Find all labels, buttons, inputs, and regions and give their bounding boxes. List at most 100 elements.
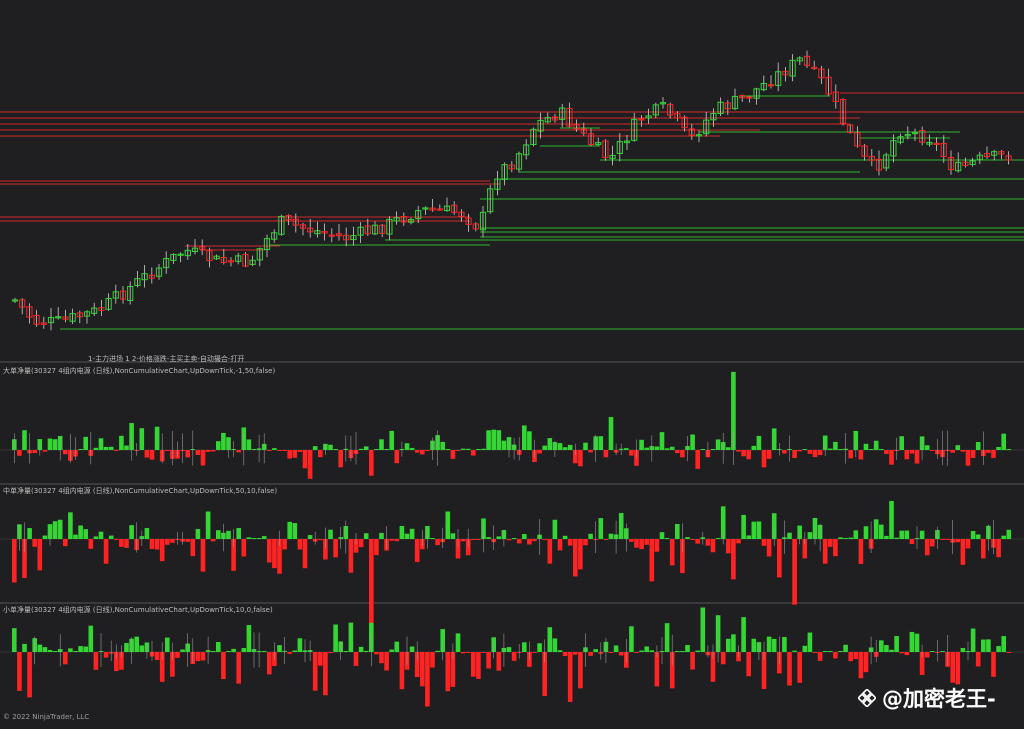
small-order-bar xyxy=(323,652,328,696)
large-order-bar xyxy=(690,434,695,450)
medium-order-bar xyxy=(200,539,206,572)
large-order-bar xyxy=(425,450,430,451)
medium-order-bar xyxy=(399,525,405,539)
large-order-bar xyxy=(221,432,226,450)
large-order-bar xyxy=(93,447,99,450)
small-order-bar xyxy=(613,645,619,652)
small-order-bar xyxy=(975,652,981,667)
small-order-bar xyxy=(42,647,48,652)
medium-order-bar xyxy=(547,539,553,564)
medium-order-bar xyxy=(996,539,1001,558)
large-order-bar xyxy=(802,449,808,450)
small-order-bar xyxy=(822,651,828,652)
small-order-bar xyxy=(562,652,568,657)
medium-order-bar xyxy=(527,539,532,545)
medium-order-bar xyxy=(822,539,828,564)
medium-order-bar xyxy=(12,539,17,583)
medium-order-bar xyxy=(736,539,741,544)
small-order-bar xyxy=(547,627,553,652)
medium-order-bar xyxy=(170,539,175,543)
large-order-bar xyxy=(22,430,27,450)
large-order-bar xyxy=(659,432,665,450)
medium-order-bar xyxy=(975,534,981,539)
small-order-bar xyxy=(812,652,818,653)
small-order-bar xyxy=(175,652,180,658)
small-order-bar xyxy=(261,651,267,652)
large-order-bar xyxy=(369,450,374,476)
large-order-bar xyxy=(639,439,644,450)
large-order-bar xyxy=(557,443,563,450)
medium-order-bar xyxy=(190,539,196,557)
large-order-bar xyxy=(1001,433,1006,450)
small-order-bar xyxy=(83,646,88,652)
medium-order-bar xyxy=(542,539,547,540)
medium-order-bar xyxy=(307,535,313,539)
small-order-bar xyxy=(47,649,53,652)
small-order-bar xyxy=(573,652,578,655)
small-order-bar xyxy=(557,650,563,652)
medium-order-bar xyxy=(159,539,165,562)
small-order-bar xyxy=(435,650,440,652)
small-order-bar xyxy=(986,639,991,652)
large-order-bar xyxy=(394,450,400,464)
medium-order-bar xyxy=(751,521,757,539)
medium-order-bar xyxy=(833,539,838,557)
small-order-bar xyxy=(889,649,894,652)
small-order-bar xyxy=(481,652,486,654)
medium-order-bar xyxy=(583,539,588,546)
medium-order-bar xyxy=(124,539,129,548)
small-order-bar xyxy=(792,650,797,652)
large-order-bar xyxy=(664,448,670,450)
large-order-bar xyxy=(455,450,461,451)
small-order-bar xyxy=(797,652,802,683)
medium-order-bar xyxy=(379,532,384,539)
large-order-bar xyxy=(567,444,573,450)
large-order-bar xyxy=(700,449,706,450)
large-order-bar xyxy=(165,450,170,451)
large-order-bar xyxy=(598,436,604,450)
large-order-bar xyxy=(78,449,83,450)
small-order-bar xyxy=(981,639,986,652)
medium-order-bar xyxy=(838,537,843,539)
large-order-bar xyxy=(675,450,680,454)
medium-order-bar xyxy=(552,519,558,539)
small-order-bar xyxy=(511,652,517,661)
medium-order-bar xyxy=(924,539,930,556)
medium-order-bar xyxy=(787,532,792,539)
medium-order-bar xyxy=(879,524,884,539)
small-order-bar xyxy=(537,643,542,652)
large-order-bar xyxy=(741,450,746,457)
large-order-bar xyxy=(996,446,1001,450)
small-order-bar xyxy=(277,645,282,652)
small-order-bar xyxy=(863,652,869,673)
small-order-bar xyxy=(930,651,935,652)
large-order-bar xyxy=(828,448,833,450)
large-order-bar xyxy=(588,450,593,453)
large-order-bar xyxy=(251,449,257,450)
large-order-bar xyxy=(108,446,114,450)
medium-order-bar xyxy=(618,512,624,539)
large-order-bar xyxy=(608,416,614,450)
medium-order-bar xyxy=(93,536,99,539)
medium-order-bar xyxy=(119,539,124,547)
medium-order-bar xyxy=(83,529,88,539)
small-order-bar xyxy=(899,652,904,654)
medium-order-bar xyxy=(598,518,604,539)
medium-order-bar xyxy=(557,539,563,551)
medium-order-bar xyxy=(302,539,308,569)
large-order-bar xyxy=(297,450,303,452)
medium-order-bar xyxy=(746,535,751,539)
large-order-bar xyxy=(960,450,966,452)
large-order-bar xyxy=(873,440,879,450)
large-order-bar xyxy=(547,438,553,450)
large-order-bar xyxy=(644,447,649,450)
small-order-bar xyxy=(843,644,848,652)
medium-order-bar xyxy=(970,530,976,539)
large-order-bar xyxy=(807,450,813,454)
small-order-bar xyxy=(807,632,813,652)
medium-order-bar xyxy=(103,539,109,564)
medium-order-bar xyxy=(460,539,466,542)
small-order-bar xyxy=(52,651,58,652)
small-order-bar xyxy=(476,652,481,679)
medium-order-bar xyxy=(32,539,37,547)
